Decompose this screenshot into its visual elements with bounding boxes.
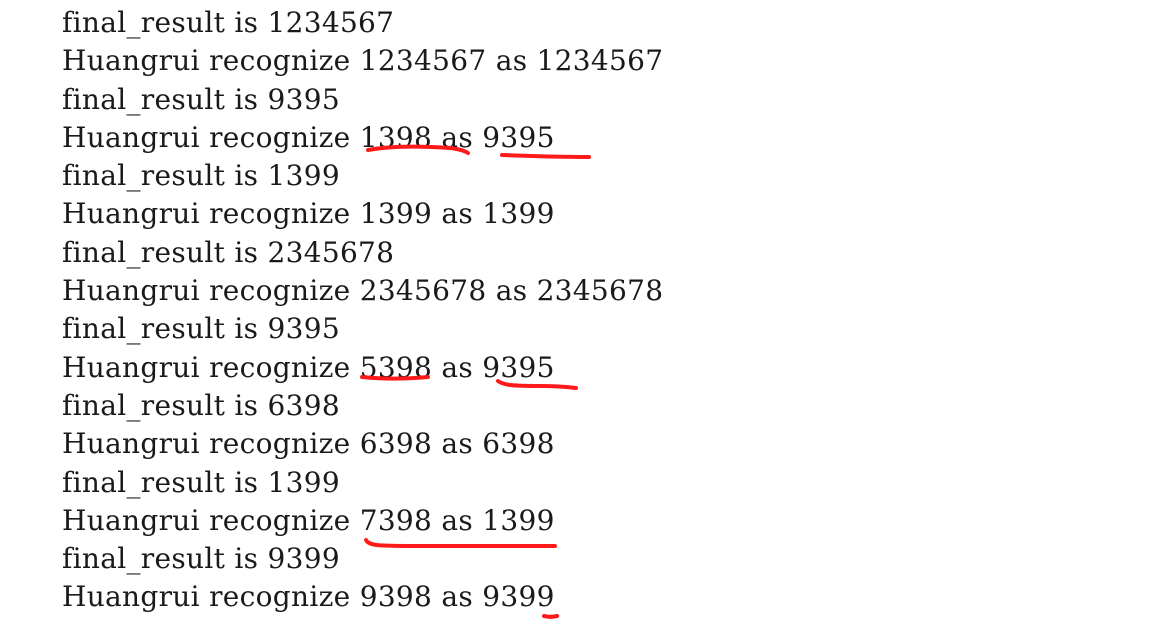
log-line: Huangrui recognize 1398 as 9395 <box>62 120 555 154</box>
log-line: Huangrui recognize 1234567 as 1234567 <box>62 44 664 78</box>
log-line: final_result is 1399 <box>62 465 340 499</box>
log-line: final_result is 9395 <box>62 82 340 116</box>
log-line: Huangrui recognize 5398 as 9395 <box>62 350 555 384</box>
log-line: Huangrui recognize 6398 as 6398 <box>62 427 555 461</box>
log-line: final_result is 1234567 <box>62 6 395 39</box>
log-lines: final_result is 1234567 Huangrui recogni… <box>62 4 663 617</box>
log-line: final_result is 9399 <box>62 542 340 576</box>
log-line: Huangrui recognize 2345678 as 2345678 <box>62 274 664 308</box>
log-line: final_result is 1399 <box>62 159 340 193</box>
log-line: Huangrui recognize 9398 as 9399 <box>62 580 555 614</box>
log-line: Huangrui recognize 1399 as 1399 <box>62 197 555 231</box>
log-line: final_result is 6398 <box>62 388 340 422</box>
log-line: Huangrui recognize 7398 as 1399 <box>62 503 555 537</box>
log-line: final_result is 9395 <box>62 312 340 346</box>
console-output: final_result is 1234567 Huangrui recogni… <box>0 0 1152 635</box>
log-line: final_result is 2345678 <box>62 235 395 269</box>
